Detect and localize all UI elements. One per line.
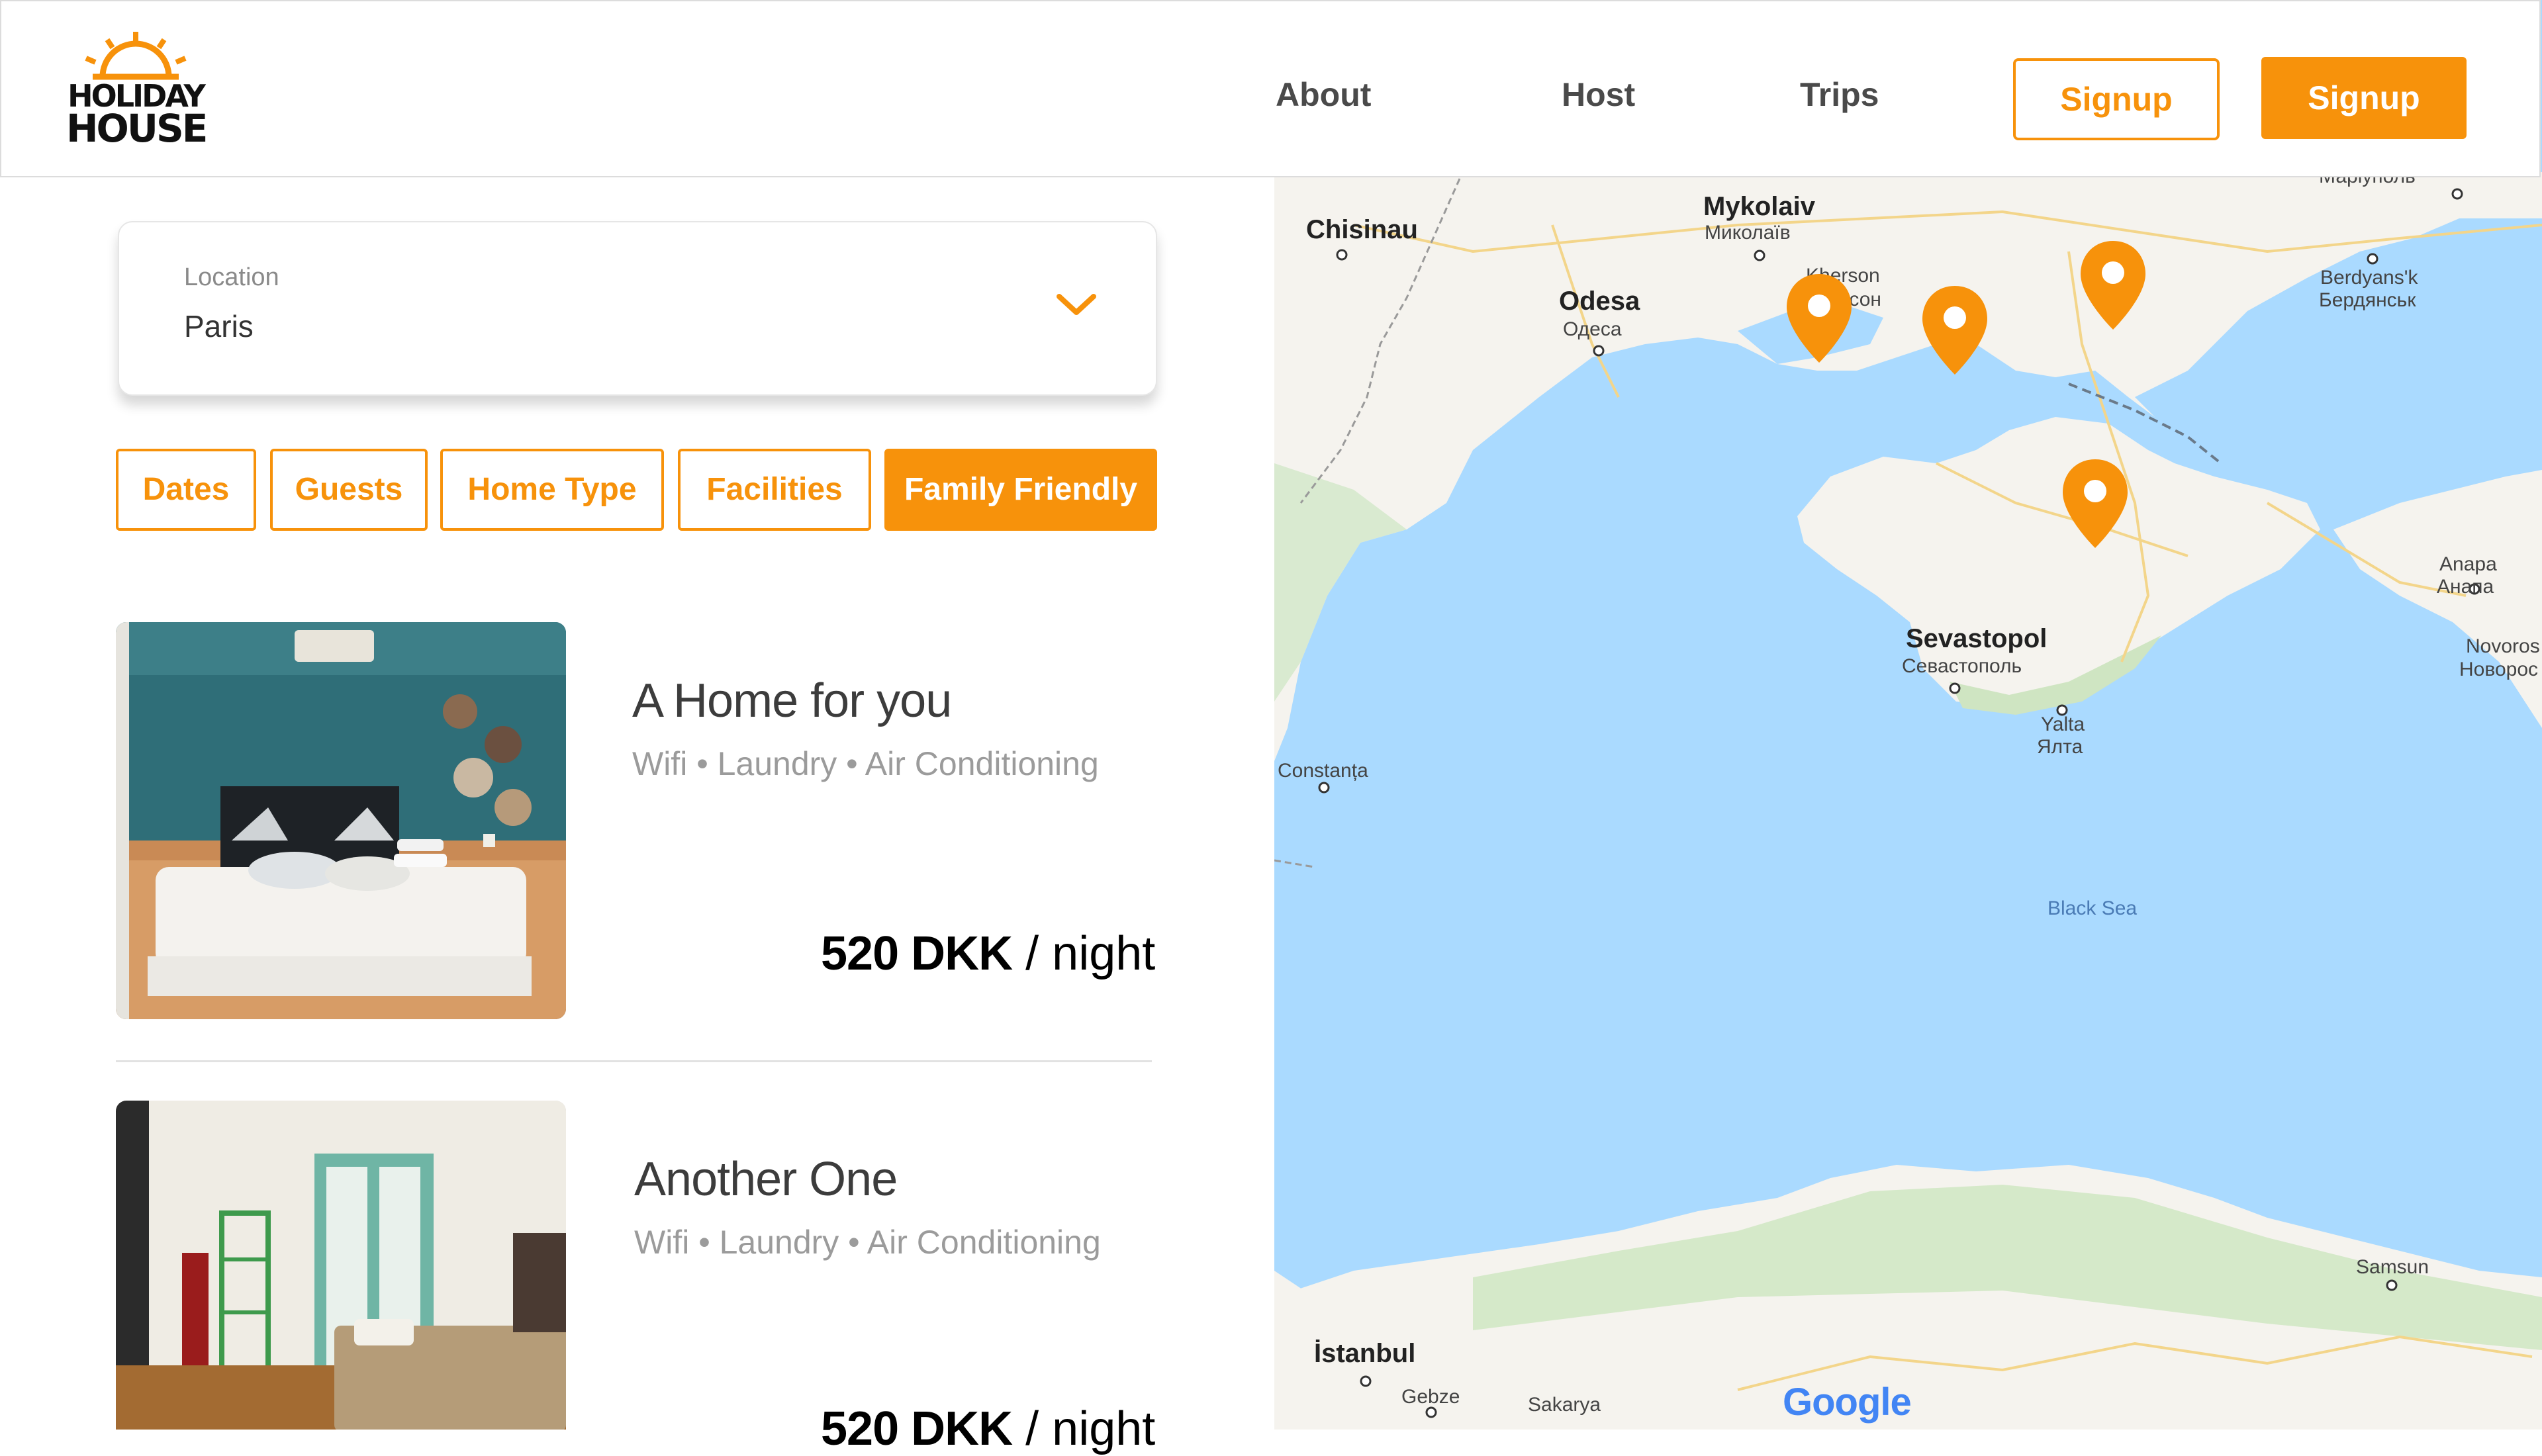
filter-facilities[interactable]: Facilities <box>678 449 871 531</box>
top-navigation-bar: HOLIDAY HOUSE About Host Trips Signup Si… <box>0 0 2541 177</box>
map-label-odesa-cyr: Одеса <box>1563 318 1622 340</box>
listing-price: 520 DKK / night <box>821 927 1155 981</box>
map-label-black-sea: Black Sea <box>2048 897 2138 919</box>
filter-guests[interactable]: Guests <box>270 449 428 531</box>
map-label-berdyansk-cyr: Бердянськ <box>2319 289 2416 311</box>
nav-host[interactable]: Host <box>1562 75 1635 114</box>
map-label-yalta: Yalta <box>2041 713 2085 735</box>
location-value: Paris <box>184 309 254 343</box>
map-label-chisinau: Chisinau <box>1306 215 1418 244</box>
map-label-sevastopol: Sevastopol <box>1906 624 2048 653</box>
map-label-yalta-cyr: Ялта <box>2037 736 2083 758</box>
price-amount: 520 DKK <box>821 927 1013 980</box>
filter-family-friendly[interactable]: Family Friendly <box>884 449 1157 531</box>
google-attribution: Google <box>1783 1381 1912 1424</box>
location-dropdown[interactable]: Location Paris <box>118 221 1157 396</box>
price-amount: 520 DKK <box>821 1402 1013 1455</box>
map-label-odesa: Odesa <box>1559 287 1640 316</box>
listing-title[interactable]: Another One <box>634 1152 898 1206</box>
map-label-novoros-cyr: Новорос <box>2459 659 2539 680</box>
listing-photo-bedroom-teal[interactable] <box>116 622 566 1019</box>
map-label-gebze: Gebze <box>1401 1386 1460 1408</box>
price-unit: / night <box>1025 927 1156 980</box>
logo-text-line2: HOUSE <box>66 106 208 151</box>
map-label-samsun: Samsun <box>2356 1256 2429 1278</box>
signup-primary-button[interactable]: Signup <box>2261 57 2467 139</box>
map-pin-icon[interactable] <box>2078 238 2148 332</box>
price-unit: / night <box>1025 1402 1156 1455</box>
listing-photo-bedroom-bright[interactable] <box>116 1101 566 1430</box>
map-label-mykolaiv-cyr: Миколаїв <box>1705 222 1791 244</box>
map-label-novoros: Novoros <box>2466 635 2540 657</box>
bedroom-photo-image <box>116 1101 566 1430</box>
holiday-house-logo[interactable]: HOLIDAY HOUSE <box>66 28 208 154</box>
map-label-istanbul: İstanbul <box>1314 1339 1416 1368</box>
listing-divider <box>116 1060 1152 1062</box>
map-pin-icon[interactable] <box>1784 271 1854 365</box>
location-label: Location <box>184 263 279 291</box>
listing-facilities: Wifi • Laundry • Air Conditioning <box>632 745 1099 782</box>
map-label-sakarya: Sakarya <box>1528 1394 1601 1416</box>
map-canvas <box>1274 0 2542 1430</box>
map-view[interactable]: Chisinau Mykolaiv Миколаїв Kherson Херсо… <box>1274 0 2542 1430</box>
map-label-mykolaiv: Mykolaiv <box>1703 192 1815 221</box>
filter-dates[interactable]: Dates <box>116 449 256 531</box>
bedroom-photo-image <box>116 622 566 1019</box>
filter-home-type[interactable]: Home Type <box>440 449 664 531</box>
listing-price: 520 DKK / night <box>821 1402 1155 1456</box>
listing-title[interactable]: A Home for you <box>632 674 952 728</box>
sun-icon <box>85 32 187 80</box>
map-label-sevastopol-cyr: Севастополь <box>1902 655 2022 677</box>
listing-facilities: Wifi • Laundry • Air Conditioning <box>634 1224 1101 1261</box>
map-pin-icon[interactable] <box>1920 283 1990 377</box>
map-label-anapa-cyr: Анапа <box>2437 576 2494 598</box>
signup-outline-button[interactable]: Signup <box>2013 58 2220 140</box>
map-pin-icon[interactable] <box>2060 457 2130 551</box>
chevron-down-icon[interactable] <box>1055 291 1098 318</box>
nav-trips[interactable]: Trips <box>1800 75 1879 114</box>
map-label-constanta: Constanța <box>1278 760 1368 782</box>
nav-about[interactable]: About <box>1276 75 1371 114</box>
map-label-berdyansk: Berdyans'k <box>2320 267 2418 289</box>
map-label-anapa: Anapa <box>2439 553 2497 575</box>
